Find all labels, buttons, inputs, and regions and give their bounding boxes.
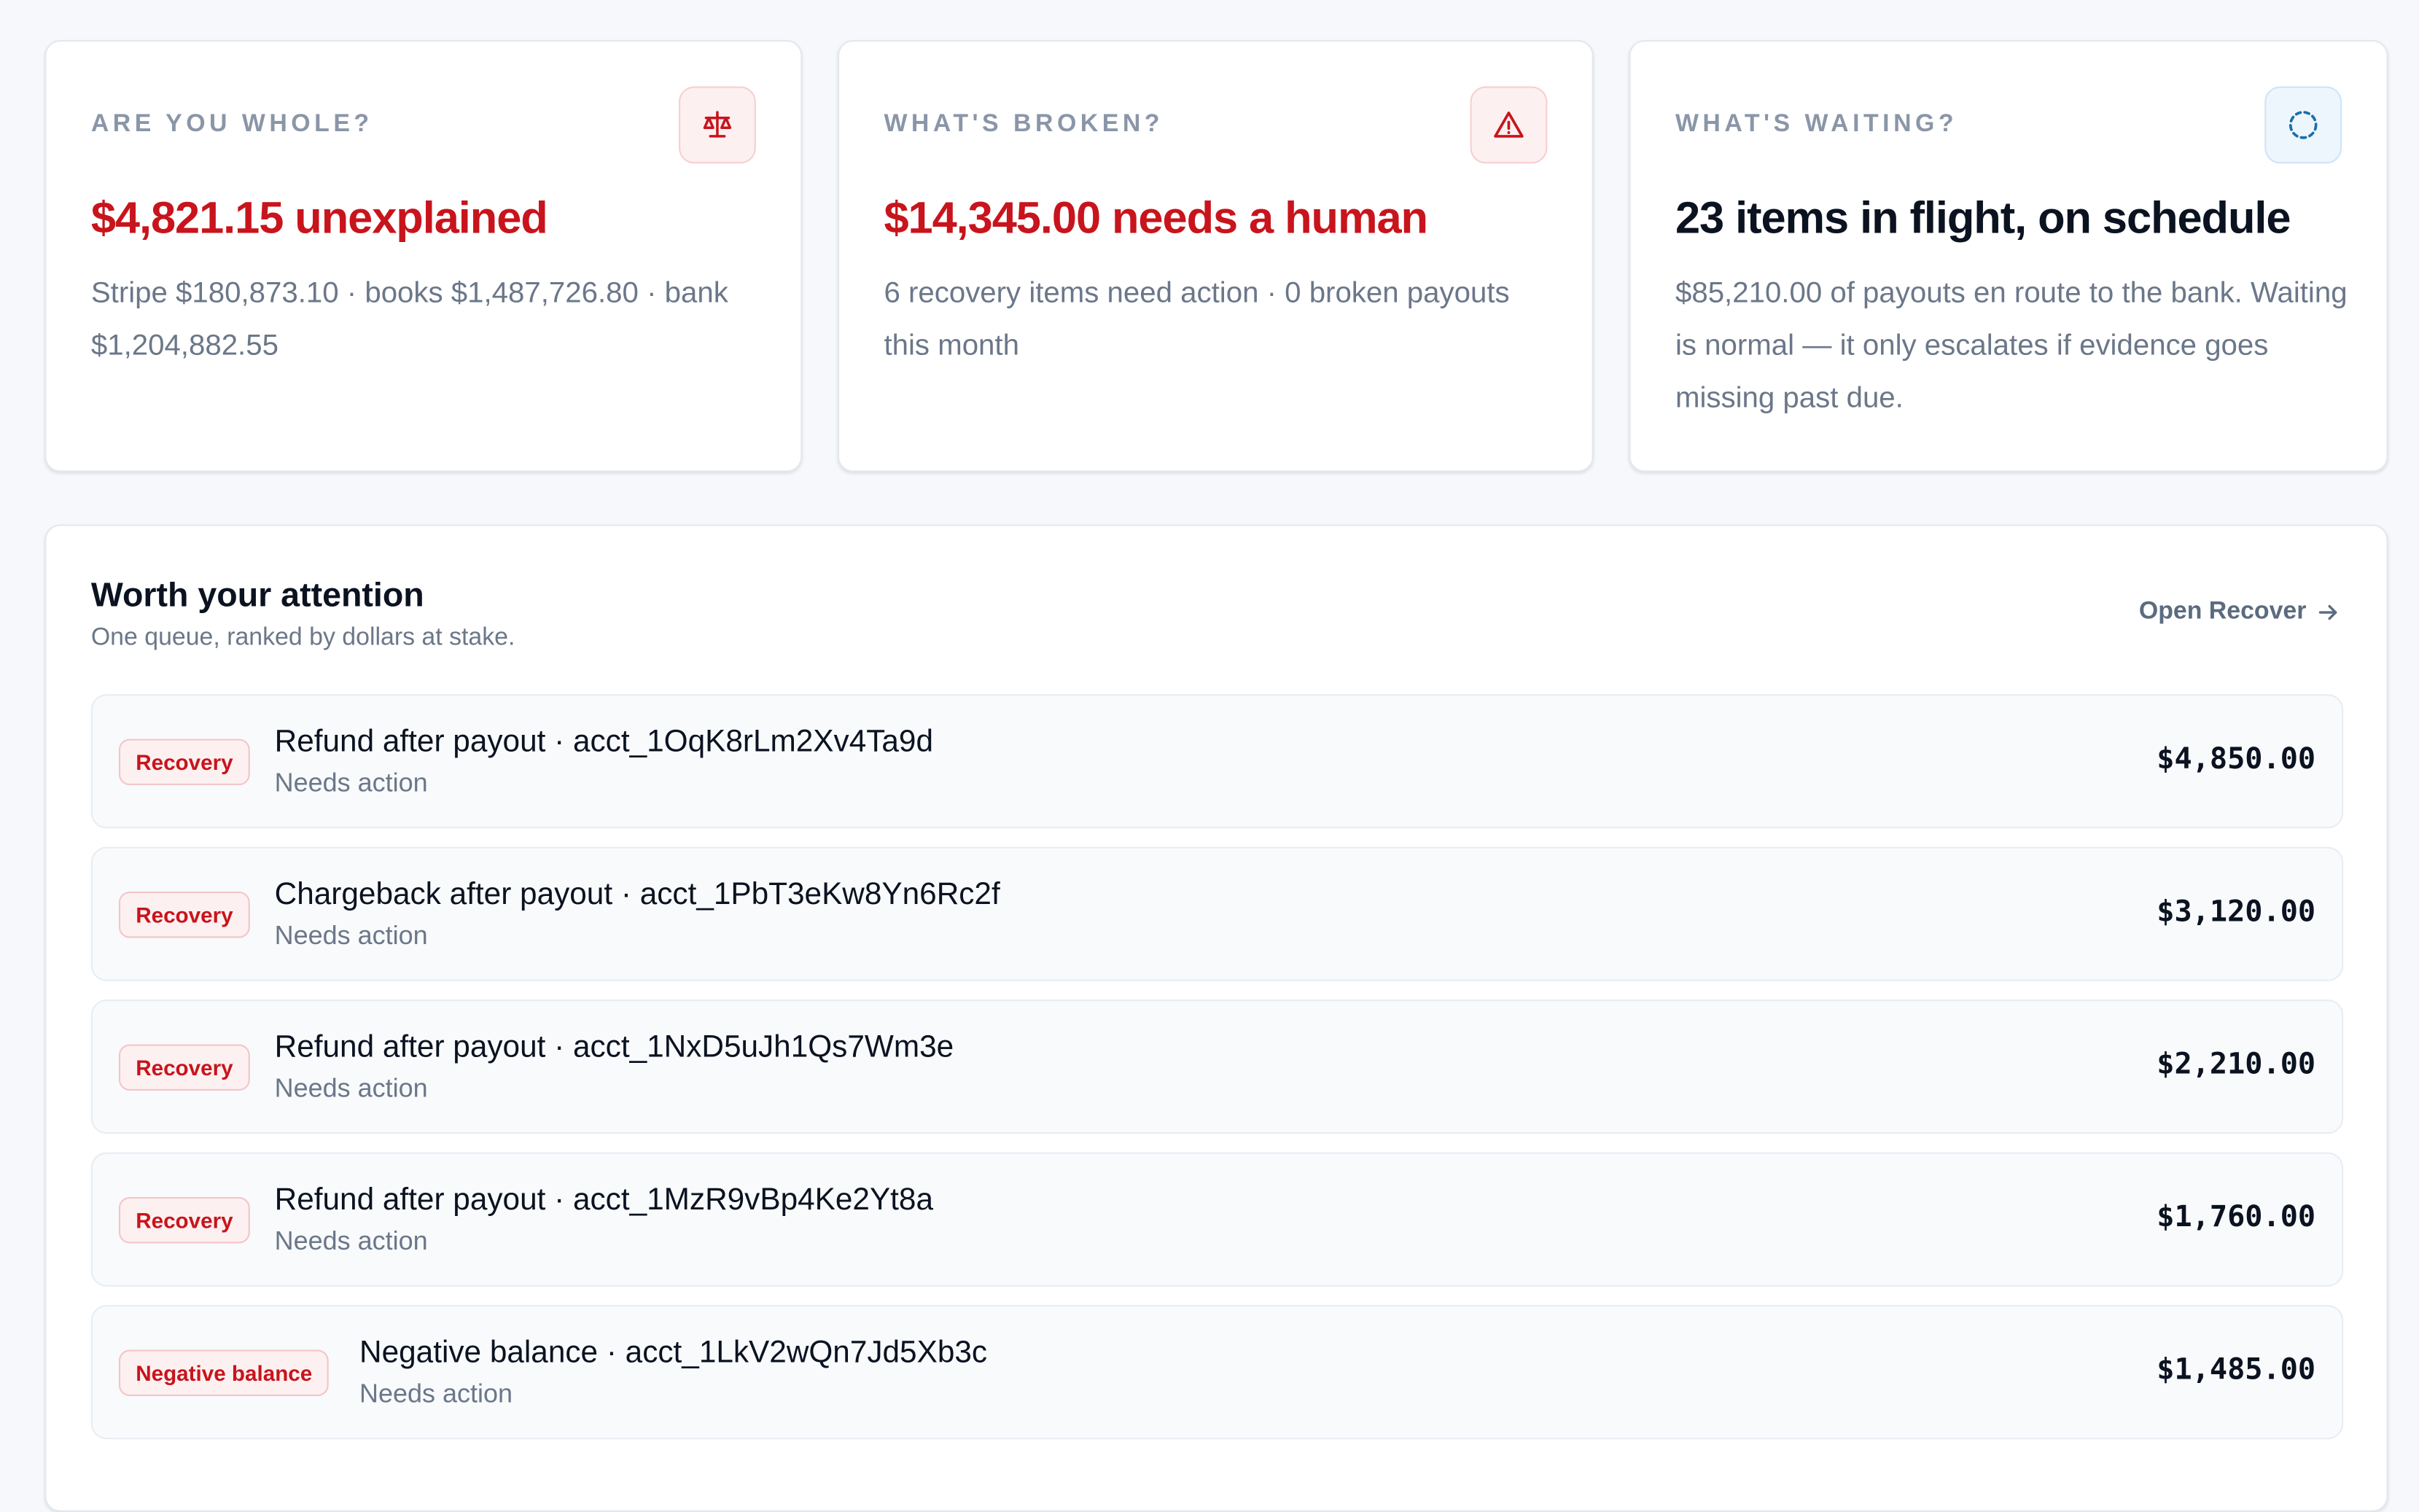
- queue-row[interactable]: Recovery Refund after payout · acct_1MzR…: [90, 1152, 2344, 1287]
- row-amount: $2,210.00: [2157, 1047, 2316, 1082]
- metric-detail: $85,210.00 of payouts en route to the ba…: [1675, 277, 2348, 416]
- metric-card-broken: WHAT'S BROKEN? $14,345.00 needs a human …: [837, 40, 1594, 472]
- row-status: Needs action: [274, 921, 428, 951]
- metric-icon-badge: [679, 86, 756, 164]
- metric-detail: Stripe $180,873.10 · books $1,487,726.80…: [90, 277, 728, 363]
- metric-headline: $14,345.00 needs a human: [884, 194, 1428, 244]
- type-badge: Recovery: [118, 1197, 250, 1244]
- row-amount: $3,120.00: [2157, 895, 2316, 929]
- row-title: Refund after payout · acct_1MzR9vBp4Ke2Y…: [274, 1182, 934, 1217]
- metric-eyebrow: ARE YOU WHOLE?: [90, 111, 373, 138]
- row-title: Chargeback after payout · acct_1PbT3eKw8…: [274, 878, 1000, 912]
- metric-icon-badge: [1470, 86, 1548, 164]
- queue-row[interactable]: Recovery Refund after payout · acct_1OqK…: [90, 694, 2344, 829]
- metric-headline: $4,821.15 unexplained: [90, 194, 548, 244]
- warning-triangle-icon: [1494, 112, 1524, 138]
- arrow-right-icon: [2318, 604, 2337, 620]
- row-status: Needs action: [359, 1379, 513, 1408]
- metric-eyebrow: WHAT'S BROKEN?: [884, 111, 1164, 138]
- row-title: Refund after payout · acct_1NxD5uJh1Qs7W…: [274, 1030, 954, 1065]
- row-status: Needs action: [274, 1073, 428, 1103]
- queue-row[interactable]: Recovery Refund after payout · acct_1NxD…: [90, 999, 2344, 1134]
- queue-list: Recovery Refund after payout · acct_1OqK…: [90, 694, 2344, 1457]
- open-recover-link[interactable]: Open Recover: [2139, 599, 2340, 626]
- dashed-circle-icon: [2288, 111, 2318, 139]
- row-status: Needs action: [274, 768, 428, 798]
- metric-card-waiting: WHAT'S WAITING? 23 items in flight, on s…: [1629, 40, 2388, 472]
- open-recover-label: Open Recover: [2138, 599, 2307, 625]
- type-badge: Recovery: [118, 892, 250, 938]
- type-badge: Recovery: [118, 739, 250, 786]
- row-amount: $1,760.00: [2157, 1200, 2316, 1234]
- metric-card-whole: ARE YOU WHOLE? $4,821.15 unexplained Str…: [44, 40, 803, 472]
- scale-icon: [703, 111, 732, 138]
- metric-headline: 23 items in flight, on schedule: [1675, 194, 2291, 244]
- dashboard: ARE YOU WHOLE? $4,821.15 unexplained Str…: [0, 0, 2419, 1512]
- metric-icon-badge: [2264, 86, 2342, 164]
- queue-subtitle: One queue, ranked by dollars at stake.: [90, 624, 515, 651]
- type-badge: Negative balance: [118, 1349, 330, 1396]
- attention-queue-card: Worth your attention One queue, ranked b…: [44, 524, 2388, 1512]
- queue-title: Worth your attention: [90, 575, 424, 615]
- type-badge: Recovery: [118, 1044, 250, 1091]
- row-title: Negative balance · acct_1LkV2wQn7Jd5Xb3c: [359, 1336, 988, 1371]
- row-amount: $4,850.00: [2157, 741, 2316, 776]
- row-title: Refund after payout · acct_1OqK8rLm2Xv4T…: [274, 725, 934, 760]
- metric-detail: 6 recovery items need action · 0 broken …: [884, 277, 1510, 363]
- metric-eyebrow: WHAT'S WAITING?: [1675, 111, 1958, 138]
- queue-row[interactable]: Negative balance Negative balance · acct…: [90, 1305, 2344, 1440]
- row-amount: $1,485.00: [2157, 1352, 2316, 1387]
- row-status: Needs action: [274, 1226, 428, 1256]
- queue-row[interactable]: Recovery Chargeback after payout · acct_…: [90, 846, 2344, 981]
